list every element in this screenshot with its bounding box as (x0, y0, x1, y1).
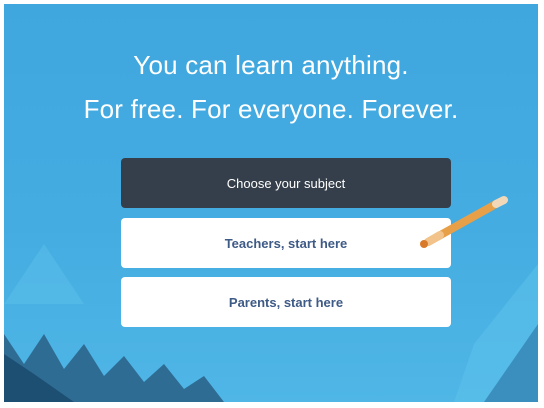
choose-subject-button[interactable]: Choose your subject (121, 158, 451, 208)
teachers-start-button[interactable]: Teachers, start here (121, 218, 451, 268)
parents-start-button[interactable]: Parents, start here (121, 277, 451, 327)
headline-line-2: For free. For everyone. Forever. (83, 94, 459, 124)
headline-line-1: You can learn anything. (133, 50, 409, 80)
hero-banner: You can learn anything. For free. For ev… (4, 4, 538, 402)
pencil-icon (420, 196, 508, 248)
